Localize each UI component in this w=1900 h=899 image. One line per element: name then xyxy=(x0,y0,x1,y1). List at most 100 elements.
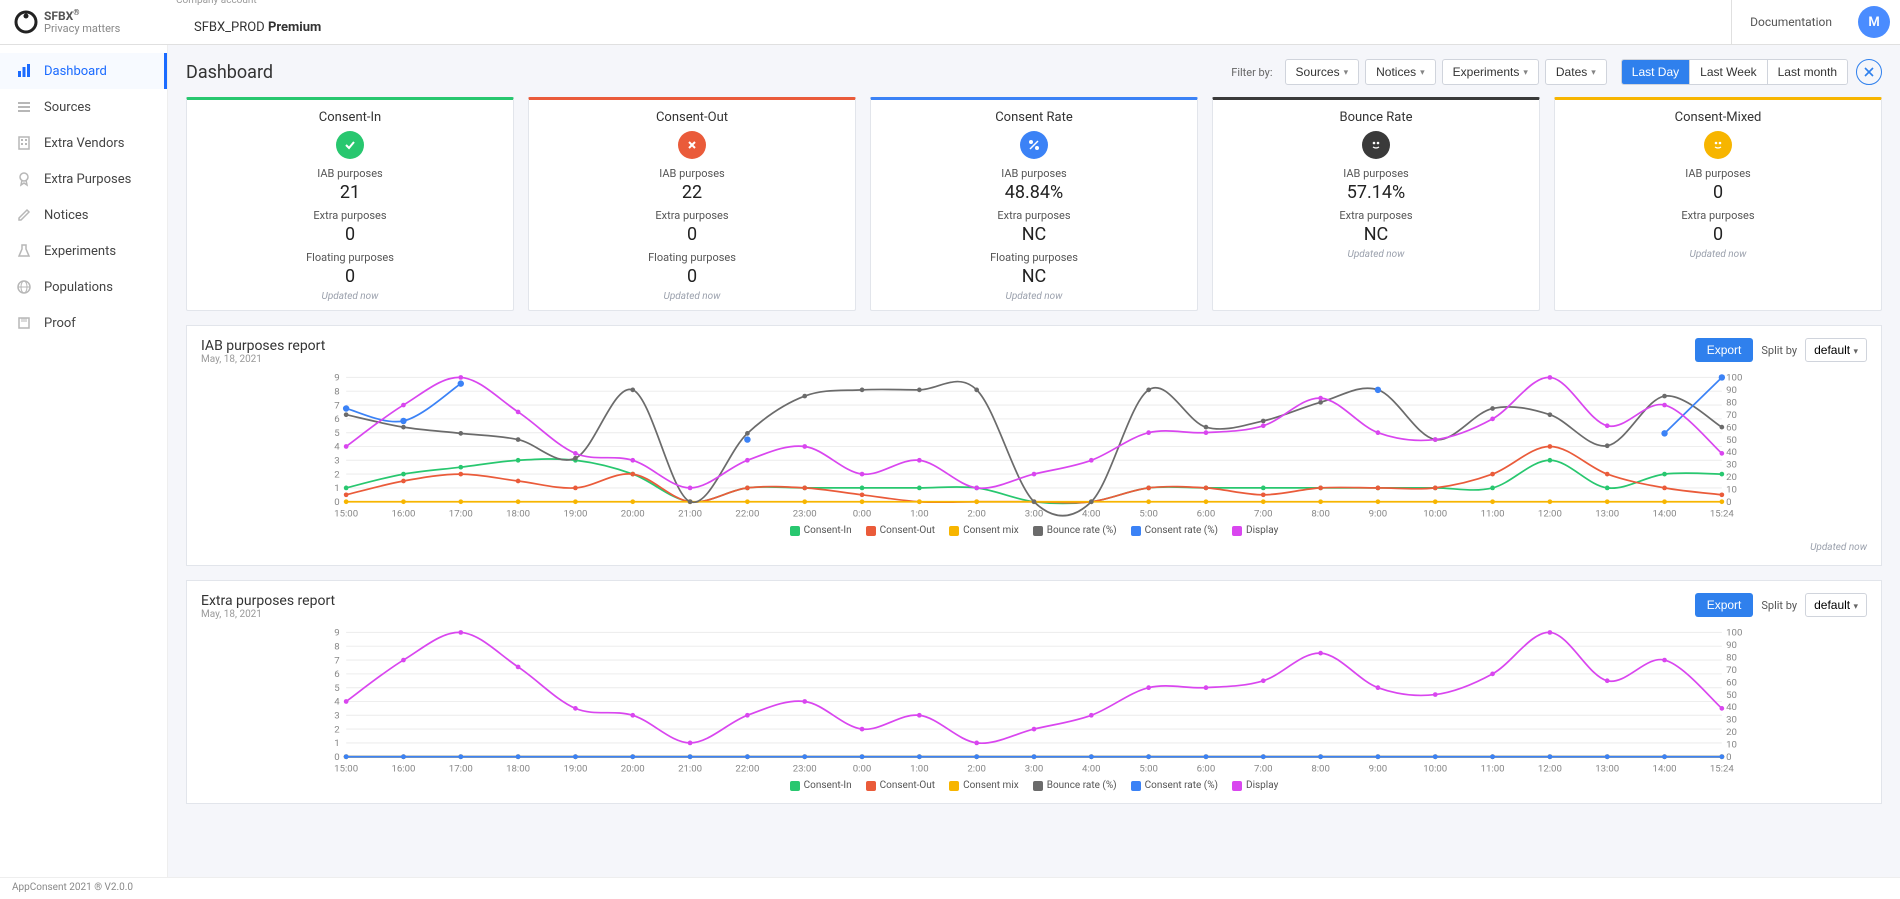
export-button[interactable]: Export xyxy=(1695,593,1754,617)
sidebar: Dashboard SourcesExtra VendorsExtra Purpo… xyxy=(0,45,168,877)
topbar: SFBX® Privacy matters Company account SF… xyxy=(0,0,1900,45)
documentation-link[interactable]: Documentation xyxy=(1731,0,1850,44)
svg-text:40: 40 xyxy=(1726,447,1737,458)
kpi-row-label: Extra purposes xyxy=(537,209,847,222)
svg-text:100: 100 xyxy=(1726,373,1742,384)
svg-text:3: 3 xyxy=(334,456,339,467)
split-select[interactable]: default ▾ xyxy=(1805,338,1867,362)
svg-text:1: 1 xyxy=(334,738,339,749)
svg-text:40: 40 xyxy=(1726,702,1737,713)
svg-text:0:00: 0:00 xyxy=(853,764,872,775)
svg-text:5:00: 5:00 xyxy=(1139,764,1158,775)
svg-text:100: 100 xyxy=(1726,628,1742,639)
range-last-month[interactable]: Last month xyxy=(1767,60,1847,84)
svg-text:19:00: 19:00 xyxy=(563,509,587,520)
kpi-row-value: 0 xyxy=(537,224,847,245)
legend-item: Consent-In xyxy=(790,780,852,791)
kpi-card-consent-out: Consent-Out IAB purposes22Extra purposes… xyxy=(528,97,856,311)
kpi-row-value: NC xyxy=(1221,224,1531,245)
account-area[interactable]: Company account SFBX_PROD Premium xyxy=(168,0,1731,49)
sidebar-item-notices[interactable]: Notices xyxy=(0,197,167,233)
svg-text:1:00: 1:00 xyxy=(910,764,929,775)
caret-down-icon: ▾ xyxy=(1853,601,1858,611)
export-button[interactable]: Export xyxy=(1695,338,1754,362)
svg-text:19:00: 19:00 xyxy=(563,764,587,775)
svg-text:9:00: 9:00 xyxy=(1369,509,1388,520)
kpi-row-label: Extra purposes xyxy=(1563,209,1873,222)
filter-experiments-dropdown[interactable]: Experiments ▾ xyxy=(1442,59,1539,85)
svg-text:0: 0 xyxy=(1726,752,1731,763)
svg-text:5: 5 xyxy=(334,428,340,439)
svg-text:10: 10 xyxy=(1726,485,1737,496)
svg-text:8: 8 xyxy=(334,386,339,397)
flask-icon xyxy=(14,241,34,261)
kpi-updated: Updated now xyxy=(1221,249,1531,260)
svg-text:13:00: 13:00 xyxy=(1595,509,1619,520)
svg-text:16:00: 16:00 xyxy=(391,764,415,775)
svg-text:23:00: 23:00 xyxy=(793,764,817,775)
filter-dates-dropdown[interactable]: Dates ▾ xyxy=(1545,59,1607,85)
svg-text:60: 60 xyxy=(1726,422,1737,433)
sidebar-item-dashboard[interactable]: Dashboard xyxy=(0,53,167,89)
sidebar-item-experiments[interactable]: Experiments xyxy=(0,233,167,269)
split-select[interactable]: default ▾ xyxy=(1805,593,1867,617)
sidebar-item-proof[interactable]: Proof xyxy=(0,305,167,341)
report-panel-1: Extra purposes report May, 18, 2021 Expo… xyxy=(186,580,1882,804)
kpi-title: Consent-Mixed xyxy=(1563,110,1873,125)
svg-text:12:00: 12:00 xyxy=(1538,509,1562,520)
sidebar-item-extra-vendors[interactable]: Extra Vendors xyxy=(0,125,167,161)
svg-text:3:00: 3:00 xyxy=(1025,509,1044,520)
page-title: Dashboard xyxy=(186,62,273,83)
svg-text:60: 60 xyxy=(1726,677,1737,688)
sidebar-item-sources[interactable]: Sources xyxy=(0,89,167,125)
kpi-row-label: Floating purposes xyxy=(879,251,1189,264)
svg-text:2: 2 xyxy=(334,469,340,480)
sidebar-item-label: Dashboard xyxy=(44,64,107,79)
sidebar-item-populations[interactable]: Populations xyxy=(0,269,167,305)
svg-text:80: 80 xyxy=(1726,398,1737,409)
svg-text:4:00: 4:00 xyxy=(1082,764,1101,775)
kpi-row-value: 21 xyxy=(195,182,505,203)
footer: AppConsent 2021 ® V2.0.0 xyxy=(0,877,1900,899)
kpi-icon xyxy=(1020,131,1048,159)
kpi-icon xyxy=(1362,131,1390,159)
kpi-row-value: 22 xyxy=(537,182,847,203)
close-filters-button[interactable] xyxy=(1856,59,1882,85)
svg-text:6:00: 6:00 xyxy=(1197,764,1216,775)
svg-text:70: 70 xyxy=(1726,665,1737,676)
bar-chart-icon xyxy=(14,61,34,81)
svg-text:13:00: 13:00 xyxy=(1595,764,1619,775)
kpi-title: Consent-In xyxy=(195,110,505,125)
report-updated: Updated now xyxy=(201,542,1867,553)
sidebar-item-label: Populations xyxy=(44,280,113,295)
svg-text:2: 2 xyxy=(334,724,340,735)
svg-text:50: 50 xyxy=(1726,690,1737,701)
kpi-card-consent-in: Consent-In IAB purposes21Extra purposes0… xyxy=(186,97,514,311)
account-name: SFBX_PROD xyxy=(194,20,265,35)
kpi-row-label: Extra purposes xyxy=(1221,209,1531,222)
svg-text:7: 7 xyxy=(334,655,339,666)
kpi-row-value: NC xyxy=(879,266,1189,287)
chevron-down-icon: ▾ xyxy=(1591,67,1596,78)
svg-text:20:00: 20:00 xyxy=(621,509,645,520)
brand-tag: Privacy matters xyxy=(44,23,120,35)
kpi-row-label: IAB purposes xyxy=(1563,167,1873,180)
chart-legend: Consent-InConsent-OutConsent mixBounce r… xyxy=(201,525,1867,536)
avatar[interactable]: M xyxy=(1858,6,1890,38)
range-last-day[interactable]: Last Day xyxy=(1622,60,1689,84)
kpi-row-value: 0 xyxy=(1563,224,1873,245)
kpi-row-label: Extra purposes xyxy=(195,209,505,222)
sidebar-item-extra-purposes[interactable]: Extra Purposes xyxy=(0,161,167,197)
svg-text:8:00: 8:00 xyxy=(1311,509,1330,520)
range-last-week[interactable]: Last Week xyxy=(1689,60,1766,84)
filter-notices-dropdown[interactable]: Notices ▾ xyxy=(1365,59,1436,85)
svg-text:4: 4 xyxy=(334,442,340,453)
kpi-icon xyxy=(336,131,364,159)
svg-text:7:00: 7:00 xyxy=(1254,509,1273,520)
svg-text:0: 0 xyxy=(334,752,339,763)
list-icon xyxy=(14,97,34,117)
svg-text:15:00: 15:00 xyxy=(334,764,358,775)
svg-text:2:00: 2:00 xyxy=(967,509,986,520)
kpi-row-value: 0 xyxy=(537,266,847,287)
filter-sources-dropdown[interactable]: Sources ▾ xyxy=(1285,59,1360,85)
